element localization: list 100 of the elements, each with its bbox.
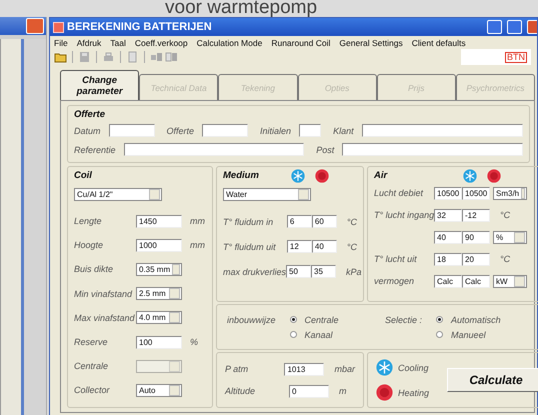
unit-label: °C — [346, 216, 357, 226]
field-label: Max vinafstand — [74, 312, 136, 323]
dropdown[interactable]: % — [493, 230, 527, 244]
input-field[interactable]: 1000 — [136, 238, 182, 252]
close-button[interactable] — [26, 18, 44, 34]
page-heading: voor warmtepomp — [164, 0, 318, 17]
input-field[interactable] — [202, 124, 248, 137]
heating-icon — [314, 168, 329, 182]
field-label: Initialen — [260, 126, 292, 136]
input-field[interactable]: 50 — [286, 265, 312, 278]
field-label: Offerte — [166, 126, 194, 136]
input-field[interactable]: 60 — [312, 215, 337, 228]
radio-button[interactable] — [290, 331, 297, 338]
maximize-button[interactable] — [507, 20, 522, 34]
unit-label: % — [190, 337, 198, 348]
unit-label: mm — [190, 240, 205, 250]
menu-item[interactable]: Afdruk — [76, 38, 102, 48]
field-label: vermogen — [374, 276, 416, 286]
field-label: T° fluidum uit — [223, 242, 277, 252]
input-field[interactable]: 90 — [462, 230, 490, 244]
option-label: inbouwwijze — [227, 314, 276, 324]
input-field[interactable] — [299, 124, 322, 137]
field-label: P atm — [225, 364, 250, 374]
input-field[interactable] — [342, 143, 524, 156]
menu-item[interactable]: General Settings — [339, 38, 403, 48]
heating-icon — [376, 384, 393, 401]
input-field[interactable]: 10500 — [434, 186, 462, 200]
input-field[interactable]: 12 — [286, 240, 312, 253]
input-field[interactable]: 100 — [136, 336, 182, 349]
close-button[interactable] — [527, 20, 537, 34]
dropdown[interactable]: Water — [223, 188, 311, 201]
printer-icon[interactable] — [102, 51, 115, 63]
unit-label: °C — [346, 242, 357, 252]
input-field[interactable]: 1013 — [284, 362, 324, 376]
input-field[interactable]: 1450 — [136, 214, 182, 228]
snowflake-icon — [376, 359, 393, 376]
logo: BTN — [505, 52, 527, 62]
field-label: T° lucht ingang — [374, 210, 434, 220]
dropdown[interactable]: 0.35 mm — [136, 262, 182, 276]
printer-disk-icon[interactable] — [150, 51, 163, 63]
field-label: Altitude — [225, 386, 256, 396]
input-field[interactable]: 40 — [312, 240, 337, 253]
menu-item[interactable]: Client defaults — [412, 38, 466, 48]
tab[interactable]: Change parameter — [60, 70, 140, 100]
menu-item[interactable]: Taal — [110, 38, 126, 48]
field-label: Referentie — [74, 144, 116, 154]
input-field[interactable]: 10500 — [462, 186, 490, 200]
group-title: Offerte — [74, 108, 106, 121]
field-label: T° fluidum in — [223, 216, 274, 226]
menu-item[interactable]: Coeff.verkoop — [134, 38, 188, 48]
dropdown[interactable]: Cu/Al 1/2" — [74, 188, 162, 201]
document-icon[interactable] — [126, 51, 139, 63]
snowflake-icon — [463, 168, 478, 182]
input-field[interactable]: 0 — [289, 384, 329, 398]
input-field[interactable] — [124, 143, 304, 156]
input-field[interactable]: Calc — [434, 274, 462, 288]
group-title: Coil — [74, 169, 93, 182]
radio-label: Automatisch — [451, 314, 501, 324]
snowflake-icon — [290, 168, 305, 182]
window-title: BEREKENING BATTERIJEN — [67, 21, 213, 33]
input-field[interactable]: 35 — [311, 265, 336, 278]
menu-item[interactable]: File — [54, 38, 68, 48]
unit-label: mbar — [334, 364, 355, 374]
field-label: Klant — [333, 126, 354, 136]
group-title: Medium — [223, 170, 259, 181]
unit-label: mm — [190, 216, 205, 226]
input-field[interactable]: 20 — [462, 252, 490, 266]
dropdown[interactable]: Sm3/h — [493, 186, 527, 200]
app-icon — [53, 22, 64, 32]
dropdown[interactable]: 4.0 mm — [136, 311, 182, 324]
field-label: T° lucht uit — [374, 254, 418, 264]
input-field[interactable] — [362, 124, 523, 137]
radio-label: Manueel — [451, 330, 486, 340]
field-label: Datum — [74, 126, 101, 136]
menu-item[interactable]: Calculation Mode — [196, 38, 262, 48]
legend-label: Heating — [398, 388, 430, 398]
input-field[interactable] — [108, 124, 155, 137]
input-field[interactable]: 18 — [434, 252, 462, 266]
input-field[interactable]: 32 — [434, 208, 462, 222]
radio-button[interactable] — [290, 316, 297, 323]
document-disk-icon[interactable] — [165, 51, 178, 63]
calculate-button[interactable]: Calculate — [447, 368, 538, 392]
folder-icon[interactable] — [54, 51, 67, 63]
radio-label: Centrale — [304, 314, 339, 324]
dropdown[interactable]: kW — [493, 274, 527, 288]
radio-button[interactable] — [436, 331, 444, 338]
radio-button[interactable] — [436, 316, 444, 323]
input-field[interactable]: Calc — [462, 274, 490, 288]
unit-label: °C — [500, 210, 510, 220]
radio-label: Kanaal — [304, 330, 333, 340]
dropdown[interactable]: Auto — [136, 384, 182, 397]
field-label: Lucht debiet — [374, 188, 424, 198]
input-field[interactable]: 40 — [434, 230, 462, 244]
dropdown[interactable]: 2.5 mm — [136, 287, 182, 300]
field-label: Centrale — [74, 361, 110, 372]
option-label: Selectie : — [385, 314, 422, 324]
minimize-button[interactable] — [487, 20, 502, 34]
input-field[interactable]: -12 — [462, 208, 490, 222]
menu-item[interactable]: Runaround Coil — [271, 38, 330, 48]
input-field[interactable]: 6 — [286, 215, 312, 228]
